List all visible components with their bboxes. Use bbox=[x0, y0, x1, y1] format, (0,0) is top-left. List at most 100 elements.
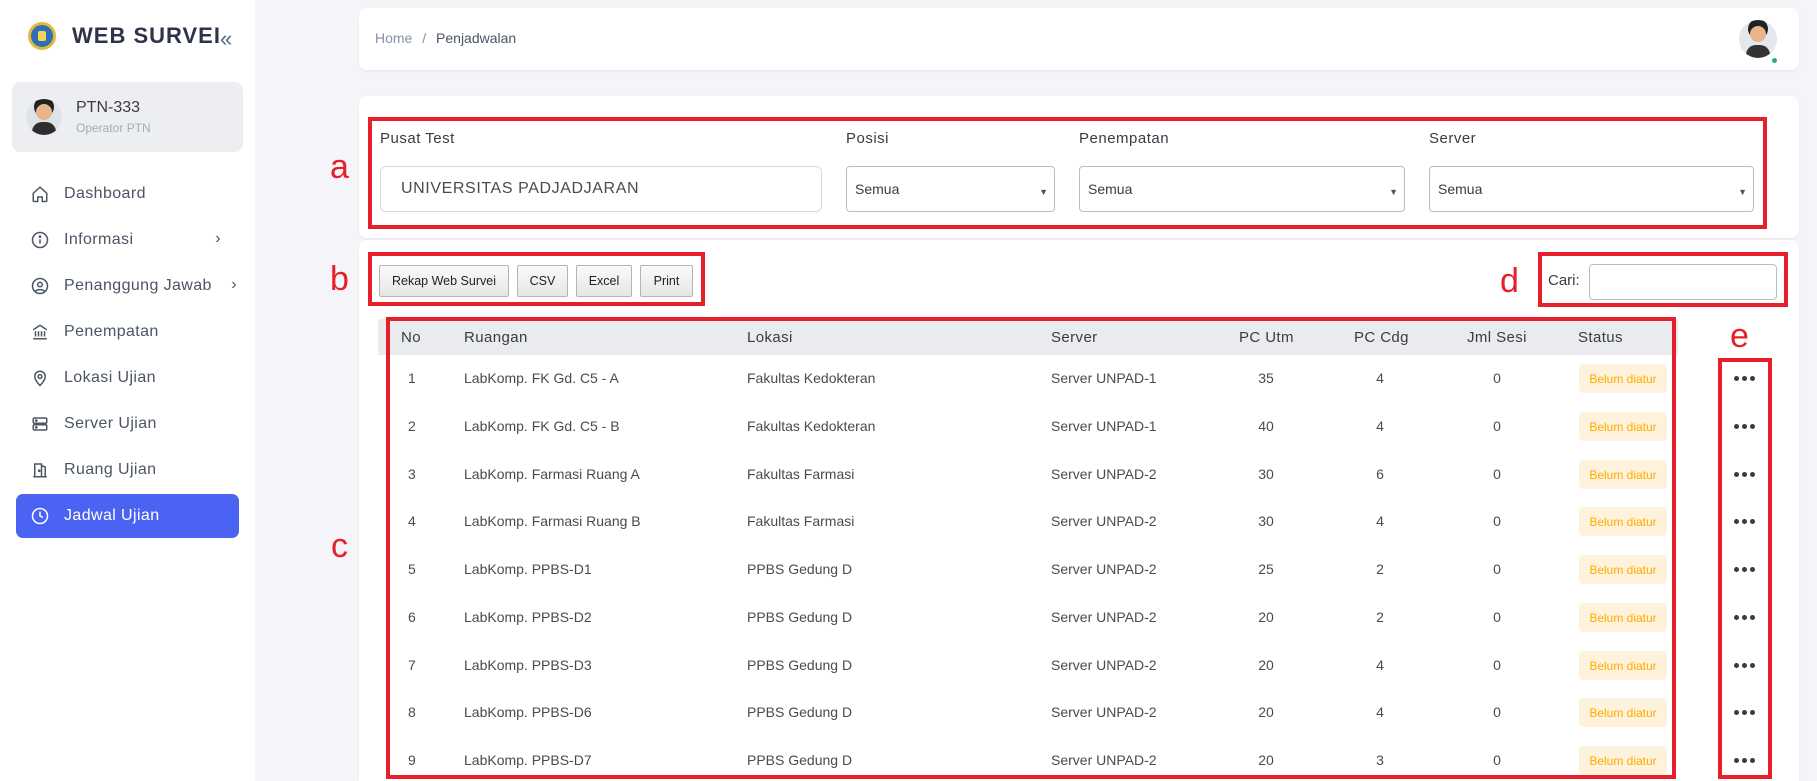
brand-title: WEB SURVEI bbox=[72, 23, 221, 48]
sidebar-item-ruang-ujian[interactable]: Ruang Ujian bbox=[16, 448, 239, 492]
sidebar-item-penempatan[interactable]: Penempatan bbox=[16, 310, 239, 354]
more-horizontal-icon[interactable] bbox=[1731, 464, 1757, 484]
sidebar-item-dashboard[interactable]: Dashboard bbox=[16, 172, 239, 216]
breadcrumb-home[interactable]: Home bbox=[375, 30, 412, 46]
cell-ruangan: LabKomp. PPBS-D6 bbox=[464, 704, 592, 720]
status-badge: Belum diatur bbox=[1579, 507, 1667, 536]
cell-no: 1 bbox=[408, 370, 416, 386]
table-row: 2 LabKomp. FK Gd. C5 - B Fakultas Kedokt… bbox=[378, 403, 1678, 451]
sidebar-item-label: Penempatan bbox=[64, 323, 159, 340]
clock-icon bbox=[30, 506, 50, 526]
status-badge: Belum diatur bbox=[1579, 603, 1667, 632]
column-header-server[interactable]: Server bbox=[1051, 329, 1098, 346]
column-header-ruangan[interactable]: Ruangan bbox=[464, 329, 528, 346]
cell-pc-cdg: 4 bbox=[1376, 657, 1384, 673]
sidebar-item-label: Server Ujian bbox=[64, 415, 157, 432]
cell-lokasi: Fakultas Kedokteran bbox=[747, 370, 876, 386]
brand: WEB SURVEI bbox=[28, 22, 221, 50]
breadcrumb-separator: / bbox=[422, 30, 427, 46]
door-icon bbox=[30, 460, 50, 480]
cell-no: 3 bbox=[408, 466, 416, 482]
table-row: 4 LabKomp. Farmasi Ruang B Fakultas Farm… bbox=[378, 498, 1678, 546]
server-icon bbox=[30, 414, 50, 434]
column-header-status[interactable]: Status bbox=[1578, 329, 1623, 346]
cell-pc-utm: 20 bbox=[1258, 609, 1274, 625]
cell-server: Server UNPAD-2 bbox=[1051, 466, 1157, 482]
sidebar-item-informasi[interactable]: Informasi › bbox=[16, 218, 239, 262]
column-header-jml-sesi[interactable]: Jml Sesi bbox=[1467, 329, 1527, 346]
sidebar-item-lokasi-ujian[interactable]: Lokasi Ujian bbox=[16, 356, 239, 400]
table-row: 7 LabKomp. PPBS-D3 PPBS Gedung D Server … bbox=[378, 642, 1678, 690]
pusat-test-field[interactable]: UNIVERSITAS PADJADJARAN bbox=[380, 166, 822, 212]
column-header-no[interactable]: No bbox=[401, 329, 421, 346]
penempatan-selected-value: Semua bbox=[1088, 181, 1133, 197]
collapse-sidebar-icon[interactable]: « bbox=[220, 26, 232, 52]
chevron-right-icon: › bbox=[215, 230, 221, 247]
column-header-pc-utm[interactable]: PC Utm bbox=[1239, 329, 1294, 346]
more-horizontal-icon[interactable] bbox=[1731, 511, 1757, 531]
more-horizontal-icon[interactable] bbox=[1731, 750, 1757, 770]
cell-pc-utm: 30 bbox=[1258, 513, 1274, 529]
sidebar-item-penanggung-jawab[interactable]: Penanggung Jawab › bbox=[16, 264, 239, 308]
search-input[interactable] bbox=[1589, 264, 1777, 300]
status-badge: Belum diatur bbox=[1579, 412, 1667, 441]
annotation-label-c: c bbox=[331, 527, 348, 565]
cell-jml-sesi: 0 bbox=[1493, 466, 1501, 482]
home-icon bbox=[30, 184, 50, 204]
server-select[interactable]: Semua ▼ bbox=[1429, 166, 1754, 212]
cell-pc-cdg: 3 bbox=[1376, 752, 1384, 768]
cell-lokasi: PPBS Gedung D bbox=[747, 704, 853, 720]
column-header-pc-cdg[interactable]: PC Cdg bbox=[1354, 329, 1409, 346]
cell-pc-utm: 30 bbox=[1258, 466, 1274, 482]
more-horizontal-icon[interactable] bbox=[1731, 607, 1757, 627]
cell-no: 9 bbox=[408, 752, 416, 768]
sidebar-item-server-ujian[interactable]: Server Ujian bbox=[16, 402, 239, 446]
cell-jml-sesi: 0 bbox=[1493, 752, 1501, 768]
sidebar-item-label: Lokasi Ujian bbox=[64, 369, 156, 386]
sidebar-item-label: Ruang Ujian bbox=[64, 461, 157, 478]
cell-pc-utm: 20 bbox=[1258, 657, 1274, 673]
cell-pc-cdg: 6 bbox=[1376, 466, 1384, 482]
column-header-lokasi[interactable]: Lokasi bbox=[747, 329, 793, 346]
online-status-indicator bbox=[1770, 56, 1779, 65]
more-horizontal-icon[interactable] bbox=[1731, 368, 1757, 388]
status-badge: Belum diatur bbox=[1579, 698, 1667, 727]
csv-export-button[interactable]: CSV bbox=[517, 265, 568, 297]
cell-jml-sesi: 0 bbox=[1493, 418, 1501, 434]
status-badge: Belum diatur bbox=[1579, 364, 1667, 393]
brand-logo-icon bbox=[28, 22, 56, 50]
print-button[interactable]: Print bbox=[640, 265, 693, 297]
rekap-web-survei-button[interactable]: Rekap Web Survei bbox=[379, 265, 509, 297]
status-badge: Belum diatur bbox=[1579, 555, 1667, 584]
search-label: Cari: bbox=[1548, 272, 1580, 289]
cell-ruangan: LabKomp. Farmasi Ruang B bbox=[464, 513, 641, 529]
cell-no: 5 bbox=[408, 561, 416, 577]
cell-jml-sesi: 0 bbox=[1493, 657, 1501, 673]
sidebar-item-jadwal-ujian[interactable]: Jadwal Ujian bbox=[16, 494, 239, 538]
cell-lokasi: PPBS Gedung D bbox=[747, 609, 853, 625]
breadcrumb: Home / Penjadwalan bbox=[375, 30, 516, 46]
cell-pc-utm: 20 bbox=[1258, 704, 1274, 720]
more-horizontal-icon[interactable] bbox=[1731, 416, 1757, 436]
excel-export-button[interactable]: Excel bbox=[576, 265, 632, 297]
posisi-selected-value: Semua bbox=[855, 181, 900, 197]
cell-server: Server UNPAD-1 bbox=[1051, 418, 1157, 434]
penempatan-select[interactable]: Semua ▼ bbox=[1079, 166, 1405, 212]
more-horizontal-icon[interactable] bbox=[1731, 559, 1757, 579]
posisi-select[interactable]: Semua ▼ bbox=[846, 166, 1055, 212]
cell-server: Server UNPAD-2 bbox=[1051, 657, 1157, 673]
more-horizontal-icon[interactable] bbox=[1731, 702, 1757, 722]
cell-pc-utm: 40 bbox=[1258, 418, 1274, 434]
cell-lokasi: PPBS Gedung D bbox=[747, 752, 853, 768]
cell-lokasi: PPBS Gedung D bbox=[747, 657, 853, 673]
cell-pc-cdg: 4 bbox=[1376, 418, 1384, 434]
profile-avatar[interactable] bbox=[1739, 20, 1777, 58]
table-row: 3 LabKomp. Farmasi Ruang A Fakultas Farm… bbox=[378, 451, 1678, 499]
cell-pc-utm: 25 bbox=[1258, 561, 1274, 577]
dropdown-caret-icon: ▼ bbox=[1039, 187, 1048, 197]
posisi-label: Posisi bbox=[846, 130, 890, 147]
cell-server: Server UNPAD-2 bbox=[1051, 752, 1157, 768]
cell-jml-sesi: 0 bbox=[1493, 609, 1501, 625]
more-horizontal-icon[interactable] bbox=[1731, 655, 1757, 675]
chevron-right-icon: › bbox=[231, 276, 237, 293]
